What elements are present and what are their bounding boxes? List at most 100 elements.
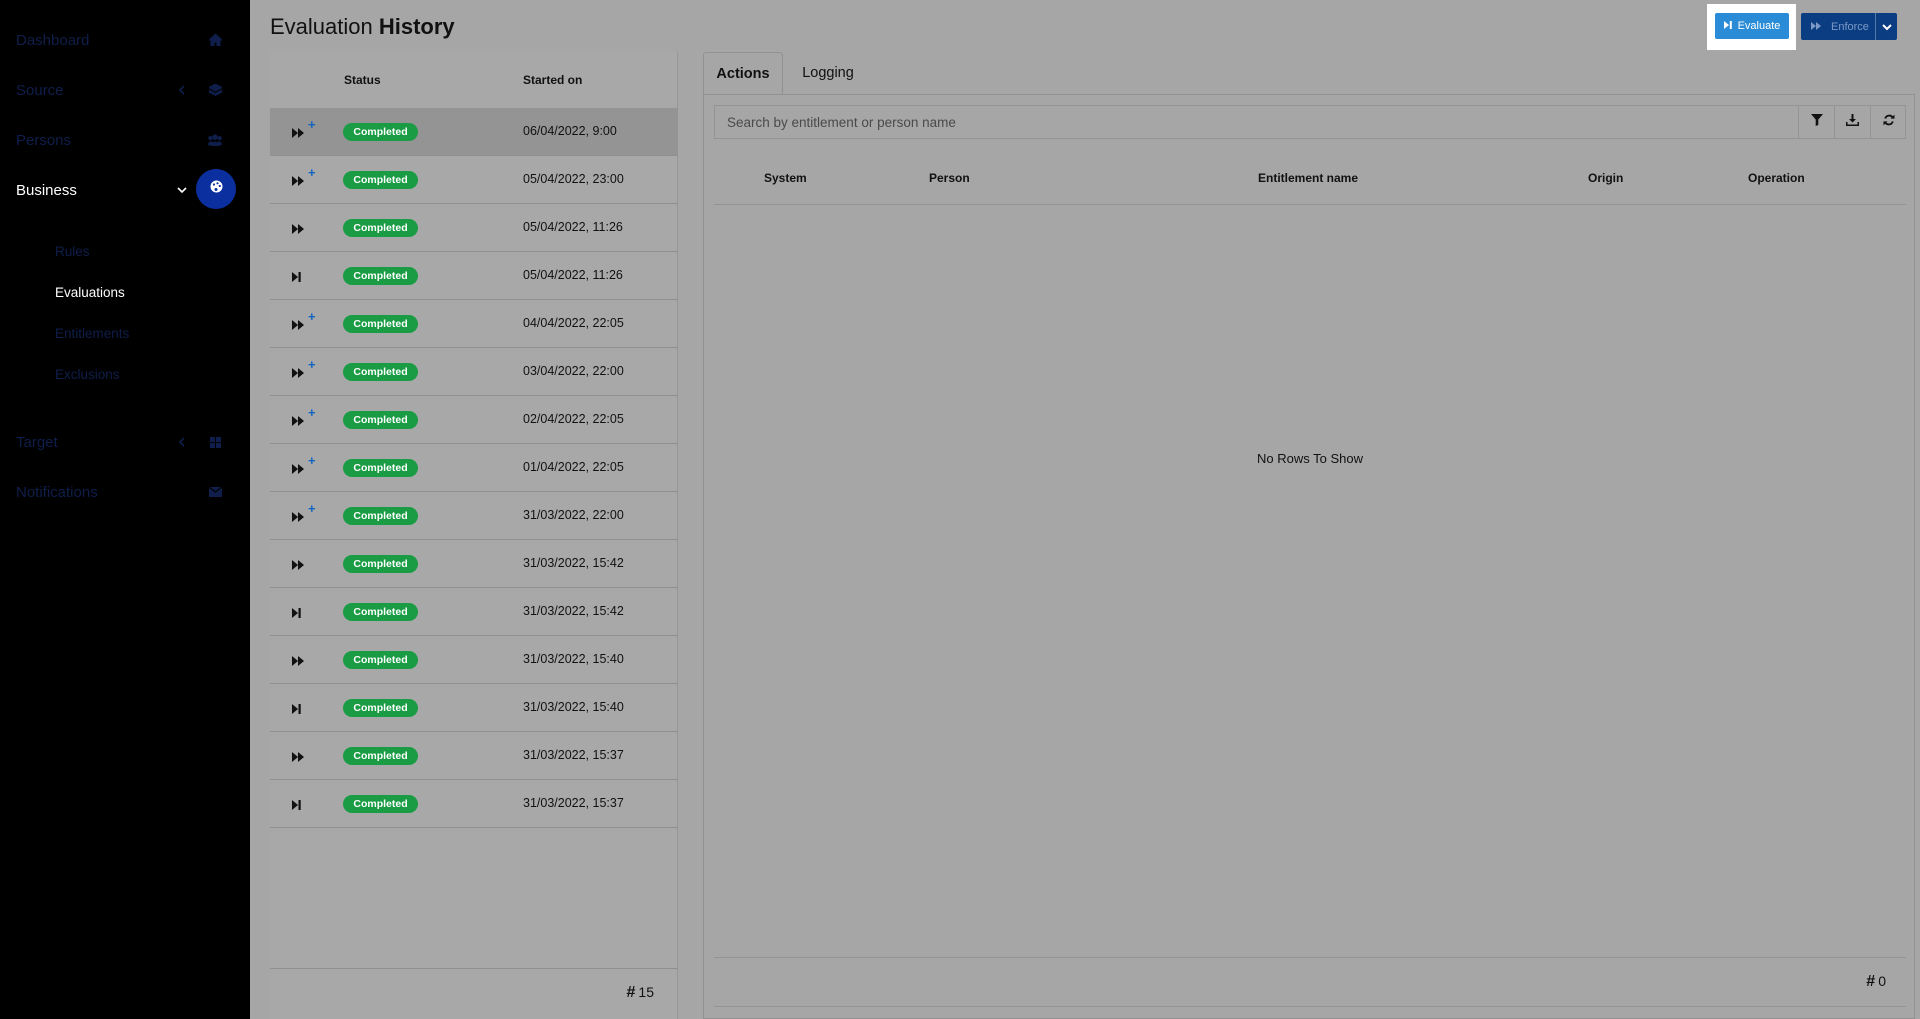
enforce-dropdown-button[interactable] (1875, 13, 1897, 40)
status-badge: Completed (343, 603, 418, 621)
history-row[interactable]: + Completed 04/04/2022, 22:05 (270, 300, 678, 348)
status-badge: Completed (343, 651, 418, 669)
actions-panel: System Person Entitlement name Origin Op… (703, 94, 1915, 1019)
refresh-button[interactable] (1870, 106, 1906, 138)
status-badge: Completed (343, 219, 418, 237)
sidebar-item-label: Target (16, 433, 58, 451)
fast-forward-icon (292, 749, 320, 763)
started-on-value: 31/03/2022, 15:42 (523, 604, 624, 618)
actions-grid-footer: #0 (714, 957, 1906, 1007)
plus-icon: + (308, 117, 316, 132)
history-row[interactable]: + Completed 02/04/2022, 22:05 (270, 396, 678, 444)
history-header: Status Started on (270, 52, 678, 108)
fast-forward-icon (1811, 21, 1821, 33)
step-forward-icon (292, 605, 320, 619)
status-badge: Completed (343, 459, 418, 477)
column-header-entitlement-name[interactable]: Entitlement name (1258, 171, 1358, 185)
fast-forward-icon (292, 653, 320, 667)
column-header-person[interactable]: Person (929, 171, 970, 185)
column-header-started-on[interactable]: Started on (523, 73, 582, 87)
step-forward-icon (1723, 20, 1732, 32)
step-forward-icon (292, 797, 320, 811)
plus-icon: + (308, 501, 316, 516)
sidebar-item-source[interactable]: Source (0, 68, 250, 112)
history-row[interactable]: + Completed 05/04/2022, 23:00 (270, 156, 678, 204)
started-on-value: 03/04/2022, 22:00 (523, 364, 624, 378)
sidebar-subitem-entitlements[interactable]: Entitlements (55, 318, 129, 348)
plus-icon: + (308, 405, 316, 420)
evaluate-button-label: Evaluate (1737, 20, 1781, 32)
status-badge: Completed (343, 267, 418, 285)
sidebar-subitem-rules[interactable]: Rules (55, 236, 90, 266)
column-header-origin[interactable]: Origin (1588, 171, 1623, 185)
step-forward-icon (292, 701, 320, 715)
status-badge: Completed (343, 363, 418, 381)
column-header-system[interactable]: System (764, 171, 807, 185)
palette-icon (210, 180, 223, 198)
history-row[interactable]: Completed 31/03/2022, 15:42 (270, 540, 678, 588)
fast-forward-icon (292, 221, 320, 235)
download-button[interactable] (1834, 106, 1870, 138)
history-row[interactable]: + Completed 06/04/2022, 9:00 (270, 108, 678, 156)
history-row[interactable]: Completed 31/03/2022, 15:37 (270, 732, 678, 780)
hash-icon: # (1866, 973, 1876, 990)
history-footer: #15 (270, 968, 678, 1019)
status-badge: Completed (343, 699, 418, 717)
main-area: Evaluation History Evaluate Enforce Stat… (250, 0, 1920, 1019)
history-row[interactable]: Completed 31/03/2022, 15:40 (270, 636, 678, 684)
history-row[interactable]: Completed 05/04/2022, 11:26 (270, 204, 678, 252)
tab-logging[interactable]: Logging (783, 52, 873, 94)
sidebar-item-notifications[interactable]: Notifications (0, 470, 250, 514)
started-on-value: 31/03/2022, 15:42 (523, 556, 624, 570)
fast-forward-icon (292, 557, 320, 571)
status-badge: Completed (343, 747, 418, 765)
filter-button[interactable] (1798, 106, 1834, 138)
layers-icon (208, 83, 222, 97)
chevron-down-icon (1881, 18, 1892, 36)
column-header-status[interactable]: Status (344, 73, 381, 87)
plus-icon: + (308, 357, 316, 372)
evaluate-button[interactable]: Evaluate (1715, 13, 1789, 39)
history-row[interactable]: Completed 31/03/2022, 15:40 (270, 684, 678, 732)
page-title-light: Evaluation (270, 14, 373, 39)
started-on-value: 31/03/2022, 15:40 (523, 652, 624, 666)
started-on-value: 01/04/2022, 22:05 (523, 460, 624, 474)
grid-icon (208, 435, 222, 449)
enforce-button-label: Enforce (1831, 20, 1869, 33)
started-on-value: 31/03/2022, 15:40 (523, 700, 624, 714)
history-row[interactable]: Completed 31/03/2022, 15:37 (270, 780, 678, 828)
sidebar-item-label: Notifications (16, 483, 98, 501)
started-on-value: 05/04/2022, 23:00 (523, 172, 624, 186)
sidebar-subitem-evaluations[interactable]: Evaluations (55, 277, 125, 307)
history-row[interactable]: + Completed 01/04/2022, 22:05 (270, 444, 678, 492)
tab-actions[interactable]: Actions (703, 52, 783, 94)
no-rows-message: No Rows To Show (1257, 451, 1363, 466)
sidebar-item-label: Source (16, 81, 64, 99)
plus-icon: + (308, 165, 316, 180)
status-badge: Completed (343, 411, 418, 429)
refresh-icon (1883, 113, 1895, 131)
started-on-value: 31/03/2022, 15:37 (523, 796, 624, 810)
started-on-value: 05/04/2022, 11:26 (523, 220, 623, 234)
history-row[interactable]: + Completed 31/03/2022, 22:00 (270, 492, 678, 540)
actions-grid-header: System Person Entitlement name Origin Op… (714, 151, 1906, 205)
column-header-operation[interactable]: Operation (1748, 171, 1805, 185)
started-on-value: 04/04/2022, 22:05 (523, 316, 624, 330)
status-badge: Completed (343, 555, 418, 573)
home-icon (208, 33, 222, 47)
sidebar-item-target[interactable]: Target (0, 420, 250, 464)
status-badge: Completed (343, 315, 418, 333)
page-title-bold: History (378, 14, 455, 39)
sidebar-item-dashboard[interactable]: Dashboard (0, 18, 250, 62)
sidebar-active-indicator[interactable] (196, 169, 236, 209)
started-on-value: 31/03/2022, 15:37 (523, 748, 624, 762)
chevron-left-icon (176, 436, 188, 448)
search-input[interactable] (715, 106, 1778, 138)
history-row[interactable]: Completed 05/04/2022, 11:26 (270, 252, 678, 300)
history-row[interactable]: + Completed 03/04/2022, 22:00 (270, 348, 678, 396)
sidebar-item-persons[interactable]: Persons (0, 118, 250, 162)
sidebar: Dashboard Source Persons Business Rules … (0, 0, 250, 1019)
enforce-button[interactable]: Enforce (1801, 13, 1875, 40)
sidebar-subitem-exclusions[interactable]: Exclusions (55, 359, 120, 389)
history-row[interactable]: Completed 31/03/2022, 15:42 (270, 588, 678, 636)
